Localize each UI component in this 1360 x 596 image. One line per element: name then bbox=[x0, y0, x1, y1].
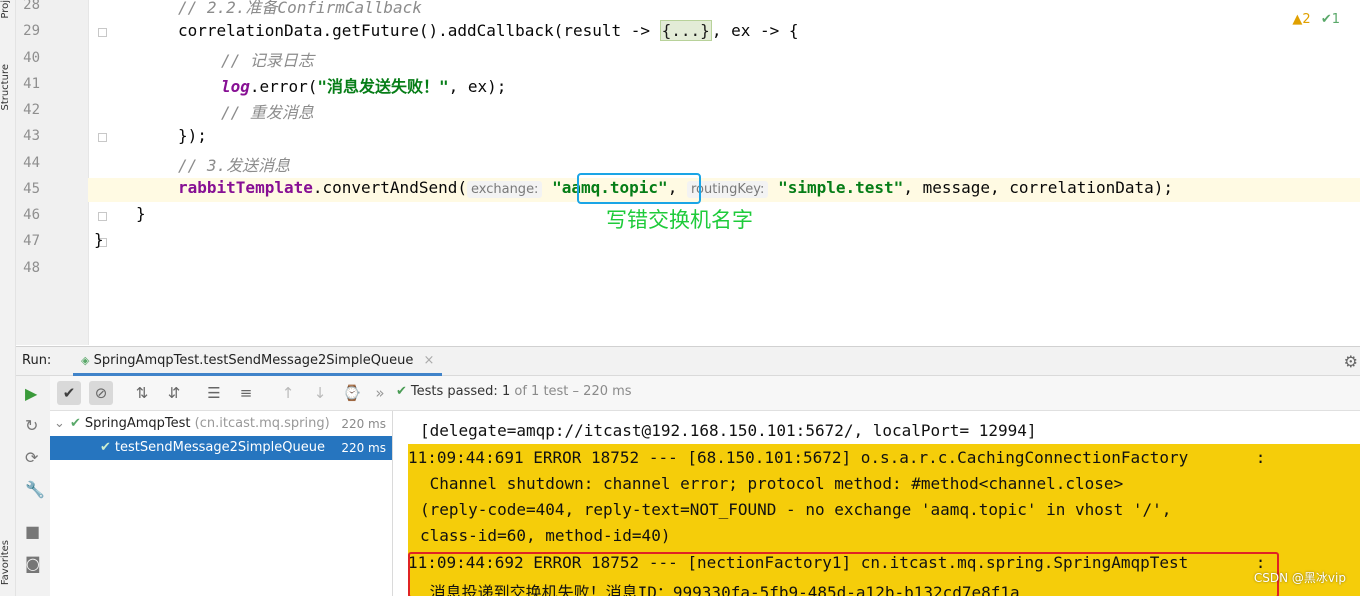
fold-marker[interactable] bbox=[98, 212, 107, 221]
code-line[interactable]: correlationData.getFuture().addCallback(… bbox=[178, 20, 799, 41]
test-tree-node-method[interactable]: ✔ testSendMessage2SimpleQueue 220 ms bbox=[50, 436, 392, 460]
folded-code-block[interactable]: {...} bbox=[659, 20, 712, 41]
chevron-down-icon[interactable]: ⌄ bbox=[54, 412, 65, 436]
line-number: 44 bbox=[23, 155, 40, 171]
favorites-tool-tab[interactable]: Favorites bbox=[0, 540, 15, 585]
code-line[interactable]: } bbox=[94, 230, 104, 249]
exchange-highlight-box bbox=[577, 173, 701, 204]
watermark: CSDN @黑冰vip bbox=[1253, 571, 1346, 585]
console-error-line: 11:09:44:691 ERROR 18752 --- [68.150.101… bbox=[408, 448, 1266, 467]
line-number: 42 bbox=[23, 102, 40, 118]
warning-count[interactable]: ▲2 bbox=[1292, 12, 1310, 27]
tests-passed-status: ✔ Tests passed: 1 of 1 test – 220 ms bbox=[396, 384, 632, 399]
test-history-icon[interactable]: ⌚ bbox=[340, 381, 364, 405]
error-annotation-box bbox=[408, 552, 1279, 596]
check-count[interactable]: ✔1 bbox=[1321, 12, 1340, 27]
run-panel-header: Run: ◈ SpringAmqpTest.testSendMessage2Si… bbox=[16, 346, 1360, 376]
run-label: Run: bbox=[22, 353, 52, 368]
collapse-all-icon[interactable]: ≡ bbox=[234, 381, 258, 405]
stop-icon[interactable]: ■ bbox=[25, 522, 40, 541]
code-line[interactable]: // 重发消息 bbox=[221, 99, 314, 123]
toggle-auto-test-icon[interactable]: ⟳ bbox=[25, 448, 38, 467]
line-number: 29 bbox=[23, 23, 40, 39]
code-comment: // 记录日志 bbox=[221, 51, 314, 70]
code-line[interactable]: // 2.2.准备ConfirmCallback bbox=[178, 0, 422, 18]
run-configuration-tab[interactable]: ◈ SpringAmqpTest.testSendMessage2SimpleQ… bbox=[73, 347, 443, 376]
console-line: Channel shutdown: channel error; protoco… bbox=[420, 474, 1124, 493]
more-options-icon[interactable]: » bbox=[368, 381, 392, 405]
line-number: 48 bbox=[23, 260, 40, 276]
inspection-widget[interactable]: ▲2 ✔1 bbox=[1292, 12, 1340, 27]
left-tool-strip: Proj Structure Favorites bbox=[0, 0, 16, 596]
parameter-hint-exchange: exchange: bbox=[466, 181, 543, 198]
sort-by-duration-icon[interactable]: ⇵ bbox=[162, 381, 186, 405]
expand-all-icon[interactable]: ☰ bbox=[202, 381, 226, 405]
code-line[interactable]: // 3.发送消息 bbox=[178, 152, 290, 176]
code-line[interactable]: log.error("消息发送失败！", ex); bbox=[221, 73, 506, 97]
line-number: 40 bbox=[23, 50, 40, 66]
line-number: 47 bbox=[23, 233, 40, 249]
rerun-icon[interactable]: ▶ bbox=[25, 384, 37, 403]
duration: 220 ms bbox=[341, 417, 386, 431]
line-number: 28 bbox=[23, 0, 40, 13]
routing-key-string: "simple.test" bbox=[778, 178, 904, 197]
line-number: 41 bbox=[23, 76, 40, 92]
check-icon: ✔ bbox=[396, 384, 407, 399]
test-run-icon: ◈ bbox=[81, 354, 90, 367]
annotation-text: 写错交换机名字 bbox=[606, 208, 753, 232]
structure-tool-tab[interactable]: Structure bbox=[0, 64, 15, 111]
wrench-icon[interactable]: 🔧 bbox=[25, 480, 45, 499]
fold-marker[interactable] bbox=[98, 28, 107, 37]
run-side-toolbar: ▶ ↻ ⟳ 🔧 ■ ◙ bbox=[16, 376, 51, 596]
previous-failed-icon[interactable]: ↑ bbox=[276, 381, 300, 405]
show-passed-icon[interactable]: ✔ bbox=[57, 381, 81, 405]
console-line: (reply-code=404, reply-text=NOT_FOUND - … bbox=[420, 500, 1172, 519]
rerun-failed-icon[interactable]: ↻ bbox=[25, 416, 38, 435]
check-icon: ✔ bbox=[100, 440, 111, 455]
code-line[interactable]: } bbox=[136, 204, 146, 223]
code-comment: // 重发消息 bbox=[221, 103, 314, 122]
gear-icon[interactable]: ⚙ bbox=[1344, 352, 1358, 371]
close-tab-icon[interactable]: × bbox=[424, 353, 435, 368]
console-line: [delegate=amqp://itcast@192.168.150.101:… bbox=[420, 421, 1037, 440]
show-ignored-icon[interactable]: ⊘ bbox=[89, 381, 113, 405]
code-comment: // 2.2.准备ConfirmCallback bbox=[178, 0, 422, 17]
log-field: log bbox=[221, 77, 250, 96]
line-number: 45 bbox=[23, 181, 40, 197]
code-line[interactable]: }); bbox=[178, 126, 207, 145]
next-failed-icon[interactable]: ↓ bbox=[308, 381, 332, 405]
fold-marker[interactable] bbox=[98, 133, 107, 142]
test-tree-node-class[interactable]: ⌄ ✔ SpringAmqpTest (cn.itcast.mq.spring) … bbox=[50, 412, 392, 436]
sort-alphabetically-icon[interactable]: ⇅ bbox=[130, 381, 154, 405]
test-runner-toolbar: ✔ ⊘ ⇅ ⇵ ☰ ≡ ↑ ↓ ⌚ » ✔ Tests passed: 1 of … bbox=[50, 376, 1360, 411]
console-output[interactable]: [delegate=amqp://itcast@192.168.150.101:… bbox=[393, 411, 1360, 596]
check-icon: ✔ bbox=[70, 416, 81, 431]
test-tree: ⌄ ✔ SpringAmqpTest (cn.itcast.mq.spring) … bbox=[50, 411, 393, 596]
duration: 220 ms bbox=[341, 441, 386, 455]
run-tab-label: SpringAmqpTest.testSendMessage2SimpleQue… bbox=[93, 353, 414, 368]
code-comment: // 3.发送消息 bbox=[178, 156, 291, 175]
line-number: 43 bbox=[23, 128, 40, 144]
rabbit-template-field: rabbitTemplate bbox=[178, 178, 313, 197]
project-tool-tab[interactable]: Proj bbox=[0, 0, 15, 19]
console-line: class-id=60, method-id=40) bbox=[420, 526, 671, 545]
code-line[interactable]: // 记录日志 bbox=[221, 47, 314, 71]
camera-icon[interactable]: ◙ bbox=[25, 554, 41, 573]
line-number: 46 bbox=[23, 207, 40, 223]
string-literal: "消息发送失败！" bbox=[317, 77, 449, 96]
